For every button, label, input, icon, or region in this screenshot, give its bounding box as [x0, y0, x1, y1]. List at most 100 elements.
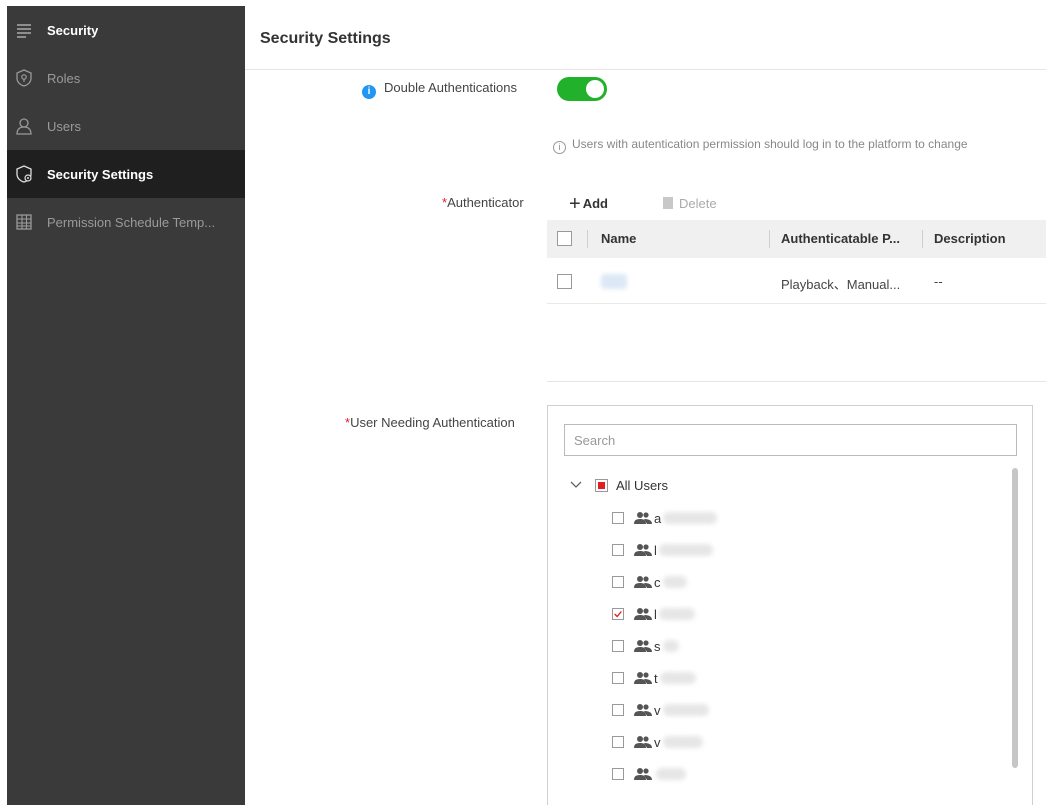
toggle-knob — [586, 80, 604, 98]
tree-user-item[interactable] — [612, 765, 686, 783]
double-auth-label-wrap: i Double Authentications — [362, 80, 517, 99]
row-checkbox[interactable] — [557, 274, 572, 289]
table-icon — [13, 211, 35, 233]
partial-checkbox[interactable] — [595, 478, 608, 492]
users-icon — [634, 640, 652, 652]
hint-text: Users with autentication permission shou… — [572, 137, 968, 151]
menu-icon — [13, 19, 35, 41]
user-checkbox[interactable] — [612, 544, 624, 556]
chevron-down-icon[interactable] — [569, 478, 583, 492]
permissions-cell: Playback、Manual... — [781, 277, 901, 292]
user-tree-panel: All Users a l c l — [547, 405, 1033, 805]
user-checkbox[interactable] — [612, 768, 624, 780]
user-initial: v — [654, 702, 661, 718]
user-needing-auth-label: User Needing Authentication — [350, 415, 515, 430]
tree-user-item[interactable]: t — [612, 669, 696, 687]
user-checkbox[interactable] — [612, 512, 624, 524]
users-icon — [634, 512, 652, 524]
users-icon — [634, 672, 652, 684]
sidebar: Security Roles Users Security Settings P… — [7, 6, 245, 805]
tree-user-item[interactable]: l — [612, 541, 713, 559]
user-name-redacted — [663, 512, 718, 524]
user-checkbox-checked[interactable] — [612, 608, 624, 620]
double-auth-hint: i Users with autentication permission sho… — [553, 137, 968, 154]
sidebar-item-permission-schedule[interactable]: Permission Schedule Temp... — [7, 198, 245, 246]
user-checkbox[interactable] — [612, 672, 624, 684]
sidebar-item-label: Permission Schedule Temp... — [47, 214, 216, 230]
table-row[interactable]: Playback、Manual... -- — [547, 260, 1046, 304]
add-button[interactable]: + Add — [569, 193, 608, 216]
user-name-redacted — [656, 768, 686, 780]
name-cell-redacted[interactable] — [601, 274, 627, 289]
user-name-redacted — [662, 736, 703, 748]
description-cell: -- — [934, 274, 943, 289]
sidebar-item-label: Users — [47, 118, 81, 134]
column-divider — [769, 230, 770, 248]
user-initial: s — [654, 638, 661, 654]
info-icon: i — [362, 84, 376, 99]
select-all-checkbox[interactable] — [557, 231, 572, 246]
user-name-redacted — [662, 576, 687, 588]
column-header-name[interactable]: Name — [601, 231, 636, 246]
authenticator-label-wrap: *Authenticator — [442, 195, 524, 210]
checkmark-icon — [614, 611, 622, 618]
users-icon — [634, 576, 652, 588]
search-input[interactable] — [564, 424, 1017, 456]
tree-user-item[interactable]: v — [612, 733, 703, 751]
column-divider — [587, 230, 588, 248]
sidebar-item-roles[interactable]: Roles — [7, 54, 245, 102]
shield-gear-icon — [13, 163, 35, 185]
sidebar-item-label: Roles — [47, 70, 81, 86]
info-outline-icon: i — [553, 140, 566, 154]
user-initial: t — [654, 670, 658, 686]
user-name-redacted — [658, 544, 713, 556]
sidebar-item-label: Security Settings — [47, 166, 154, 182]
delete-button[interactable]: Delete — [663, 196, 717, 211]
app-root: Security Roles Users Security Settings P… — [0, 0, 1046, 805]
sidebar-header-label: Security — [47, 22, 99, 38]
page-title: Security Settings — [260, 30, 391, 47]
column-header-permissions[interactable]: Authenticatable P... — [781, 231, 900, 246]
user-initial: a — [654, 510, 662, 526]
sidebar-item-users[interactable]: Users — [7, 102, 245, 150]
users-icon — [634, 704, 652, 716]
authenticator-table-header: Name Authenticatable P... Description — [547, 220, 1046, 258]
shield-icon — [13, 67, 35, 89]
user-icon — [13, 115, 35, 137]
users-icon — [634, 768, 652, 780]
tree-root-all-users[interactable]: All Users — [569, 476, 668, 494]
user-name-redacted — [659, 672, 696, 684]
tree-user-item[interactable]: a — [612, 509, 718, 527]
user-checkbox[interactable] — [612, 704, 624, 716]
column-divider — [922, 230, 923, 248]
tree-user-item[interactable]: c — [612, 573, 687, 591]
user-name-redacted — [662, 704, 709, 716]
tree-user-item[interactable]: l — [612, 605, 695, 623]
sidebar-header[interactable]: Security — [7, 6, 245, 54]
double-auth-label: Double Authentications — [384, 80, 517, 95]
users-icon — [634, 544, 652, 556]
table-divider — [547, 381, 1046, 382]
delete-label: Delete — [679, 196, 717, 211]
user-needing-auth-label-wrap: *User Needing Authentication — [345, 415, 515, 430]
tree-root-label: All Users — [616, 477, 669, 493]
double-auth-toggle[interactable] — [557, 77, 607, 101]
users-icon — [634, 608, 652, 620]
user-initial: v — [654, 734, 661, 750]
user-initial: c — [654, 574, 661, 590]
user-checkbox[interactable] — [612, 576, 624, 588]
user-name-redacted — [658, 608, 695, 620]
authenticator-label: Authenticator — [447, 195, 524, 210]
user-checkbox[interactable] — [612, 640, 624, 652]
user-name-redacted — [662, 640, 679, 652]
tree-user-item[interactable]: s — [612, 637, 679, 655]
plus-icon: + — [569, 193, 581, 215]
tree-user-item[interactable]: v — [612, 701, 709, 719]
user-initial: l — [654, 542, 657, 558]
sidebar-item-security-settings[interactable]: Security Settings — [7, 150, 245, 198]
scrollbar[interactable] — [1012, 468, 1018, 768]
user-checkbox[interactable] — [612, 736, 624, 748]
column-header-description[interactable]: Description — [934, 231, 1006, 246]
page-header: Security Settings — [245, 6, 1046, 70]
add-label: Add — [582, 196, 608, 211]
